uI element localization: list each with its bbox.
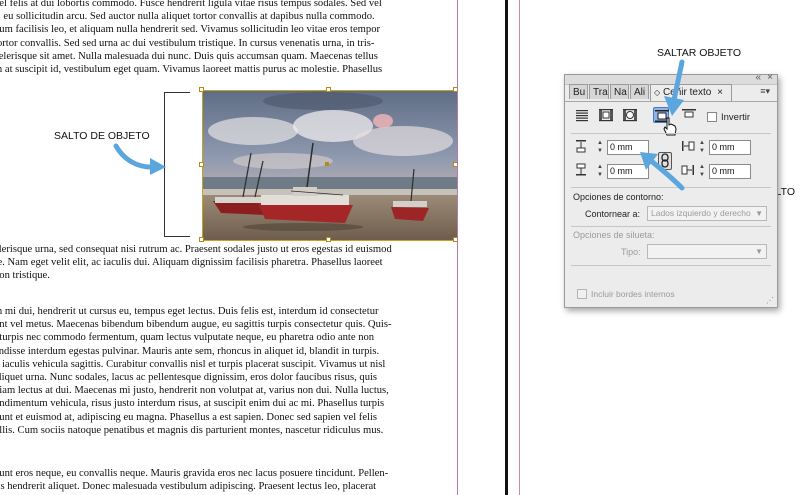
right-offset-field[interactable]: 0 mm [709, 164, 751, 179]
text-line: elerisque urna, sed consequat nisi rutru… [0, 244, 392, 255]
text-line: vel felis at dui lobortis commodo. Fusce… [0, 0, 382, 9]
frame-handle-bottom[interactable] [326, 237, 331, 242]
contornear-select[interactable]: Lados izquierdo y derecho ▼ [647, 206, 767, 221]
text-line: dum facilisis leo, et aliquam nulla hend… [0, 24, 381, 36]
resize-grip-icon[interactable]: ⋰ [766, 296, 774, 305]
tipo-select[interactable]: ▼ [647, 244, 767, 259]
incluir-bordes-label: Incluir bordes internos [591, 289, 675, 299]
beach-boats-photo [203, 91, 457, 240]
frame-center-point[interactable] [325, 162, 329, 166]
text-line: diam lectus at dui. Maecenas mi justo, h… [0, 385, 389, 397]
arrow-to-fields-icon [640, 152, 685, 191]
text-line: re. Nam eget velit elit, ac iaculis dui.… [0, 257, 383, 269]
page-margin-line [457, 0, 458, 495]
text-line: , turpis nec commodo fermentum, quam lec… [0, 332, 375, 344]
text-line: m at suscipit id, vestibulum eget quam. … [0, 64, 383, 76]
arrow-to-image-icon [113, 143, 166, 175]
wrap-object-shape-button[interactable] [622, 107, 638, 123]
text-line: celerisque sit amet. Nulla malesuada dui… [0, 50, 378, 62]
chevron-down-icon: ▼ [755, 209, 763, 218]
contornear-value: Lados izquierdo y derecho [651, 208, 751, 218]
hand-cursor-icon [663, 117, 677, 136]
panel-divider [571, 226, 771, 227]
top-offset-icon [576, 140, 586, 153]
tab-trazo[interactable]: Tra [589, 84, 609, 99]
bottom-offset-icon [576, 163, 586, 176]
left-offset-stepper[interactable]: ▲ ▼ [697, 139, 707, 156]
right-page-edge [519, 0, 520, 495]
frame-handle-top-left[interactable] [199, 87, 204, 92]
document-page: vel felis at dui lobortis commodo. Fusce… [0, 0, 500, 495]
text-line: dunt et euismod at, adipiscing eu magna.… [0, 411, 378, 423]
paragraph-2: elerisque urna, sed consequat nisi rutru… [0, 243, 454, 283]
tab-close-icon[interactable]: × [717, 87, 723, 98]
right-offset-stepper[interactable]: ▲ ▼ [697, 163, 707, 180]
object-shape-wrap-icon [623, 109, 637, 122]
frame-handle-bottom-left[interactable] [199, 237, 204, 242]
text-line: dunt eros neque, eu convallis neque. Mau… [0, 468, 389, 479]
tab-navegador[interactable]: Na [610, 84, 629, 99]
text-line: non tristique. [0, 270, 50, 282]
silueta-heading: Opciones de silueta: [573, 230, 655, 240]
paragraph-1: vel felis at dui lobortis commodo. Fusce… [0, 0, 454, 76]
tab-alinear[interactable]: Ali [630, 84, 649, 99]
contornear-label: Contornear a: [585, 209, 641, 219]
text-line: ondimentum vehicula, risus justo interdu… [0, 398, 385, 410]
paragraph-4: dunt eros neque, eu convallis neque. Mau… [0, 467, 454, 493]
no-wrap-icon [576, 110, 588, 122]
text-line: aliquet urna. Nunc sodales, lacus ac pel… [0, 372, 378, 384]
text-line: tortor convallis. Sed sed urna ac dui ve… [0, 37, 375, 49]
placed-image-frame[interactable] [202, 90, 458, 241]
text-line: n iaculis vehicula sagittis. Curabitur c… [0, 358, 386, 370]
arrow-to-button-icon [664, 59, 685, 116]
text-line: endisse interdum egestas pulvinar. Mauri… [0, 345, 380, 357]
text-line: m mi dui, hendrerit ut cursus eu, tempus… [0, 306, 379, 317]
text-line: ollis. Cum sociis natoque penatibus et m… [0, 424, 384, 436]
frame-handle-left[interactable] [199, 162, 204, 167]
text-line: s, eu sollicitudin arcu. Sed auctor null… [0, 11, 375, 23]
wrap-none-button[interactable] [574, 107, 590, 123]
tab-buscar[interactable]: Bu [569, 84, 588, 99]
bounding-box-wrap-icon [599, 109, 613, 122]
left-offset-field[interactable]: 0 mm [709, 140, 751, 155]
close-icon[interactable]: × [767, 72, 773, 83]
invertir-checkbox[interactable] [707, 112, 717, 122]
invertir-label: Invertir [721, 112, 751, 123]
wrap-bounding-box-button[interactable] [598, 107, 614, 123]
frame-handle-top[interactable] [326, 87, 331, 92]
text-line: unt vel metus. Maecenas bibendum bibendu… [0, 319, 392, 331]
tipo-label: Tipo: [621, 247, 641, 257]
contorno-heading: Opciones de contorno: [573, 192, 664, 202]
bottom-offset-stepper[interactable]: ▲ ▼ [595, 163, 605, 180]
divider-bar [505, 0, 508, 495]
incluir-bordes-checkbox[interactable] [577, 289, 587, 299]
text-line: ris hendrerit aliquet. Donec malesuada v… [0, 481, 377, 493]
collapse-icon[interactable]: « [755, 72, 761, 83]
chevron-down-icon: ▼ [755, 247, 763, 256]
panel-divider [571, 133, 771, 134]
paragraph-3: m mi dui, hendrerit ut cursus eu, tempus… [0, 305, 454, 437]
panel-divider [571, 265, 771, 266]
top-offset-stepper[interactable]: ▲ ▼ [595, 139, 605, 156]
panel-menu-icon[interactable]: ≡▾ [760, 86, 770, 97]
